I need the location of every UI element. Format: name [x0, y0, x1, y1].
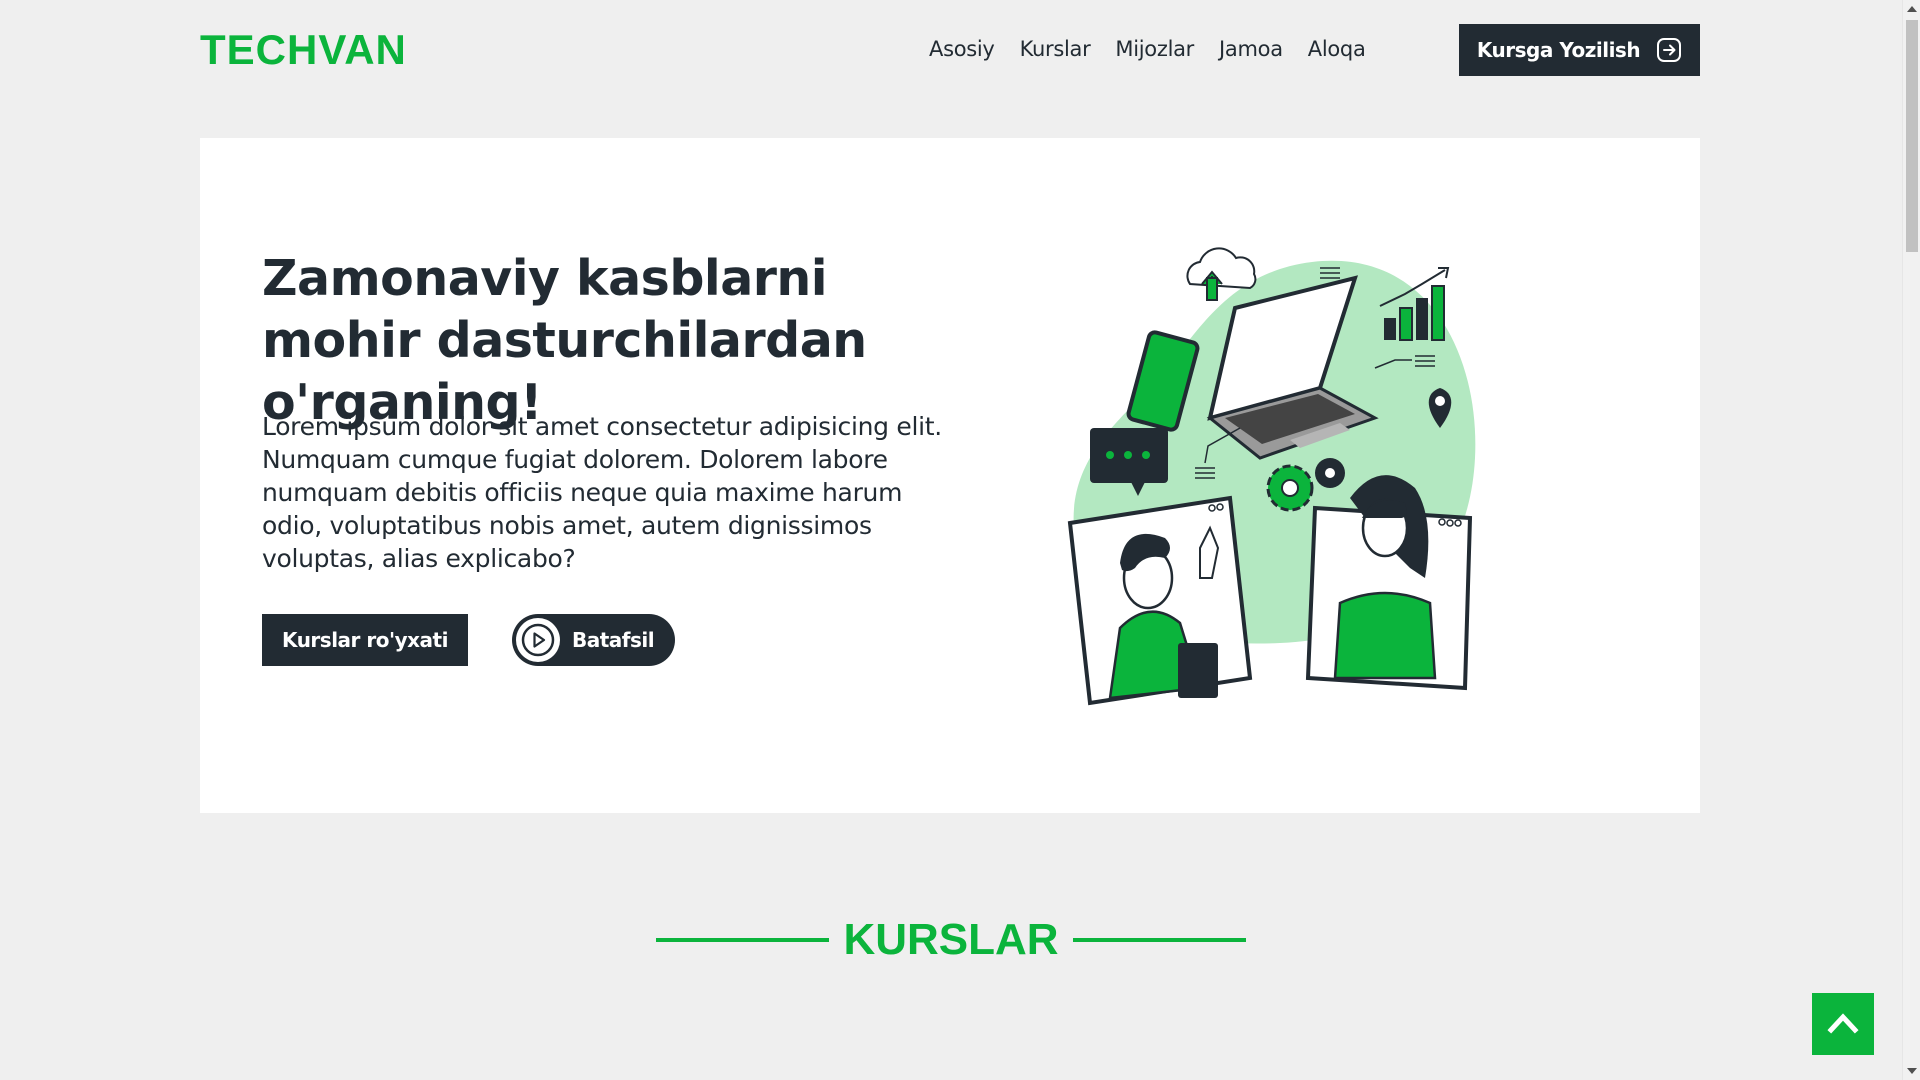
back-to-top-button[interactable]: [1812, 993, 1874, 1055]
main-nav: Asosiy Kurslar Mijozlar Jamoa Aloqa: [929, 37, 1366, 61]
courses-section-heading: KURSLAR: [656, 910, 1246, 970]
enroll-button[interactable]: Kursga Yozilish: [1459, 24, 1700, 76]
nav-link-asosiy[interactable]: Asosiy: [929, 37, 995, 61]
nav-link-jamoa[interactable]: Jamoa: [1219, 37, 1283, 61]
courses-section-title: KURSLAR: [843, 915, 1059, 964]
scroll-up-arrow-icon[interactable]: [1907, 6, 1917, 12]
scroll-down-arrow-icon[interactable]: [1907, 1068, 1917, 1074]
hero-section: Zamonaviy kasblarni mohir dasturchilarda…: [200, 138, 1700, 813]
hero-illustration: [1067, 247, 1476, 706]
arrow-right-in-square-icon: [1656, 37, 1682, 63]
heading-line-left: [656, 938, 830, 942]
hero-description: Lorem ipsum dolor sit amet consectetur a…: [262, 412, 942, 573]
vertical-scrollbar[interactable]: [1902, 0, 1920, 1080]
heading-line-right: [1072, 938, 1246, 942]
more-button-label: Batafsil: [572, 628, 655, 652]
nav-link-aloqa[interactable]: Aloqa: [1308, 37, 1366, 61]
enroll-button-label: Kursga Yozilish: [1476, 38, 1641, 62]
hero-title: Zamonaviy kasblarni mohir dasturchilarda…: [262, 250, 867, 431]
courses-list-button[interactable]: Kurslar ro'yxati: [262, 614, 468, 666]
page: TECHVAN Asosiy Kurslar Mijozlar Jamoa Al…: [0, 0, 1902, 1080]
man-video-window: [1067, 495, 1253, 706]
chevron-up-icon: [1826, 1006, 1860, 1043]
nav-link-mijozlar[interactable]: Mijozlar: [1115, 37, 1194, 61]
more-button[interactable]: Batafsil: [512, 614, 675, 666]
play-circle-icon: [516, 618, 560, 662]
logo[interactable]: TECHVAN: [200, 26, 407, 74]
nav-link-kurslar[interactable]: Kurslar: [1020, 37, 1091, 61]
scrollbar-thumb[interactable]: [1906, 20, 1918, 252]
